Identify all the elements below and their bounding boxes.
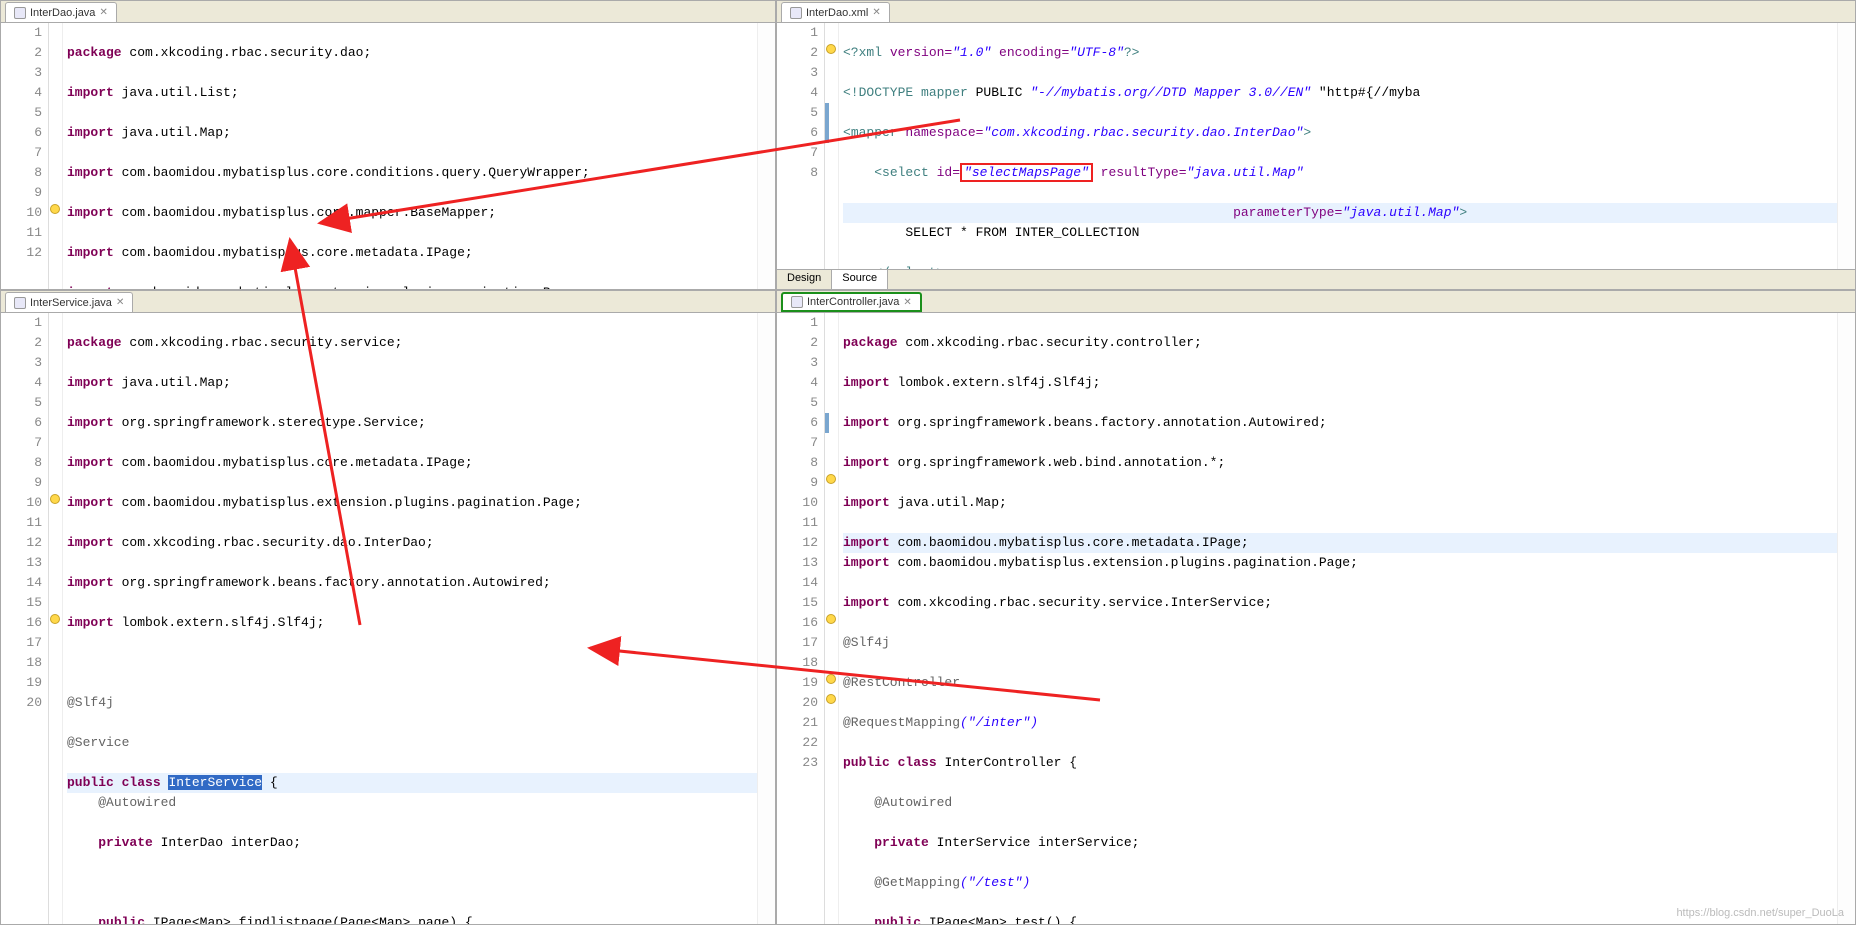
- tabbar: InterController.java ✕: [777, 291, 1855, 313]
- line-numbers: 123456789101112: [1, 23, 49, 289]
- editor-margin: [825, 23, 839, 269]
- editor-pane-interdao-java: InterDao.java ✕ 123456789101112 package …: [0, 0, 776, 290]
- close-icon[interactable]: ✕: [99, 7, 107, 18]
- warning-marker-icon: [50, 614, 60, 624]
- editor-margin: [49, 23, 63, 289]
- warning-marker-icon: [826, 474, 836, 484]
- change-marker: [825, 103, 829, 143]
- code-content[interactable]: package com.xkcoding.rbac.security.contr…: [839, 313, 1837, 924]
- code-content[interactable]: package com.xkcoding.rbac.security.dao; …: [63, 23, 757, 289]
- selected-classname: InterService: [168, 775, 262, 790]
- warning-marker-icon: [50, 204, 60, 214]
- tabbar: InterDao.java ✕: [1, 1, 775, 23]
- xml-view-tabs: Design Source: [777, 269, 1855, 289]
- editor-pane-intercontroller-java: InterController.java ✕ 12345678910111213…: [776, 290, 1856, 925]
- line-numbers: 1234567891011121314151617181920212223: [777, 313, 825, 924]
- editor-margin: [825, 313, 839, 924]
- code-editor[interactable]: 123456789101112 package com.xkcoding.rba…: [1, 23, 775, 289]
- overview-ruler[interactable]: [1837, 23, 1855, 269]
- tab-interdao-xml[interactable]: InterDao.xml ✕: [781, 2, 890, 22]
- close-icon[interactable]: ✕: [872, 7, 880, 18]
- tab-label: InterService.java: [30, 297, 112, 309]
- tab-interdao-java[interactable]: InterDao.java ✕: [5, 2, 117, 22]
- code-editor[interactable]: 1234567891011121314151617181920212223 pa…: [777, 313, 1855, 924]
- tabbar: InterService.java ✕: [1, 291, 775, 313]
- xml-file-icon: [790, 7, 802, 19]
- overview-ruler[interactable]: [1837, 313, 1855, 924]
- design-tab[interactable]: Design: [777, 270, 832, 289]
- tab-intercontroller-java[interactable]: InterController.java ✕: [781, 292, 922, 312]
- overview-ruler[interactable]: [757, 313, 775, 924]
- tabbar: InterDao.xml ✕: [777, 1, 1855, 23]
- code-editor[interactable]: 1234567891011121314151617181920 package …: [1, 313, 775, 924]
- java-file-icon: [14, 7, 26, 19]
- java-file-icon: [791, 296, 803, 308]
- close-icon[interactable]: ✕: [903, 297, 911, 308]
- source-tab[interactable]: Source: [832, 270, 888, 289]
- warning-marker-icon: [826, 614, 836, 624]
- warning-marker-icon: [826, 674, 836, 684]
- code-content[interactable]: <?xml version="1.0" encoding="UTF-8"?> <…: [839, 23, 1837, 269]
- java-file-icon: [14, 297, 26, 309]
- tab-label: InterDao.java: [30, 7, 95, 19]
- editor-pane-interservice-java: InterService.java ✕ 12345678910111213141…: [0, 290, 776, 925]
- highlighted-id-selectmapspage: "selectMapsPage": [960, 163, 1093, 182]
- tab-label: InterDao.xml: [806, 7, 868, 19]
- editor-margin: [49, 313, 63, 924]
- warning-marker-icon: [826, 694, 836, 704]
- close-icon[interactable]: ✕: [116, 297, 124, 308]
- tab-interservice-java[interactable]: InterService.java ✕: [5, 292, 133, 312]
- editor-pane-interdao-xml: InterDao.xml ✕ 12345678 <?xml version="1…: [776, 0, 1856, 290]
- line-numbers: 1234567891011121314151617181920: [1, 313, 49, 924]
- code-editor[interactable]: 12345678 <?xml version="1.0" encoding="U…: [777, 23, 1855, 269]
- overview-ruler[interactable]: [757, 23, 775, 289]
- tab-label: InterController.java: [807, 296, 899, 308]
- change-marker: [825, 413, 829, 433]
- line-numbers: 12345678: [777, 23, 825, 269]
- code-content[interactable]: package com.xkcoding.rbac.security.servi…: [63, 313, 757, 924]
- warning-marker-icon: [826, 44, 836, 54]
- warning-marker-icon: [50, 494, 60, 504]
- watermark: https://blog.csdn.net/super_DuoLa: [1676, 907, 1844, 919]
